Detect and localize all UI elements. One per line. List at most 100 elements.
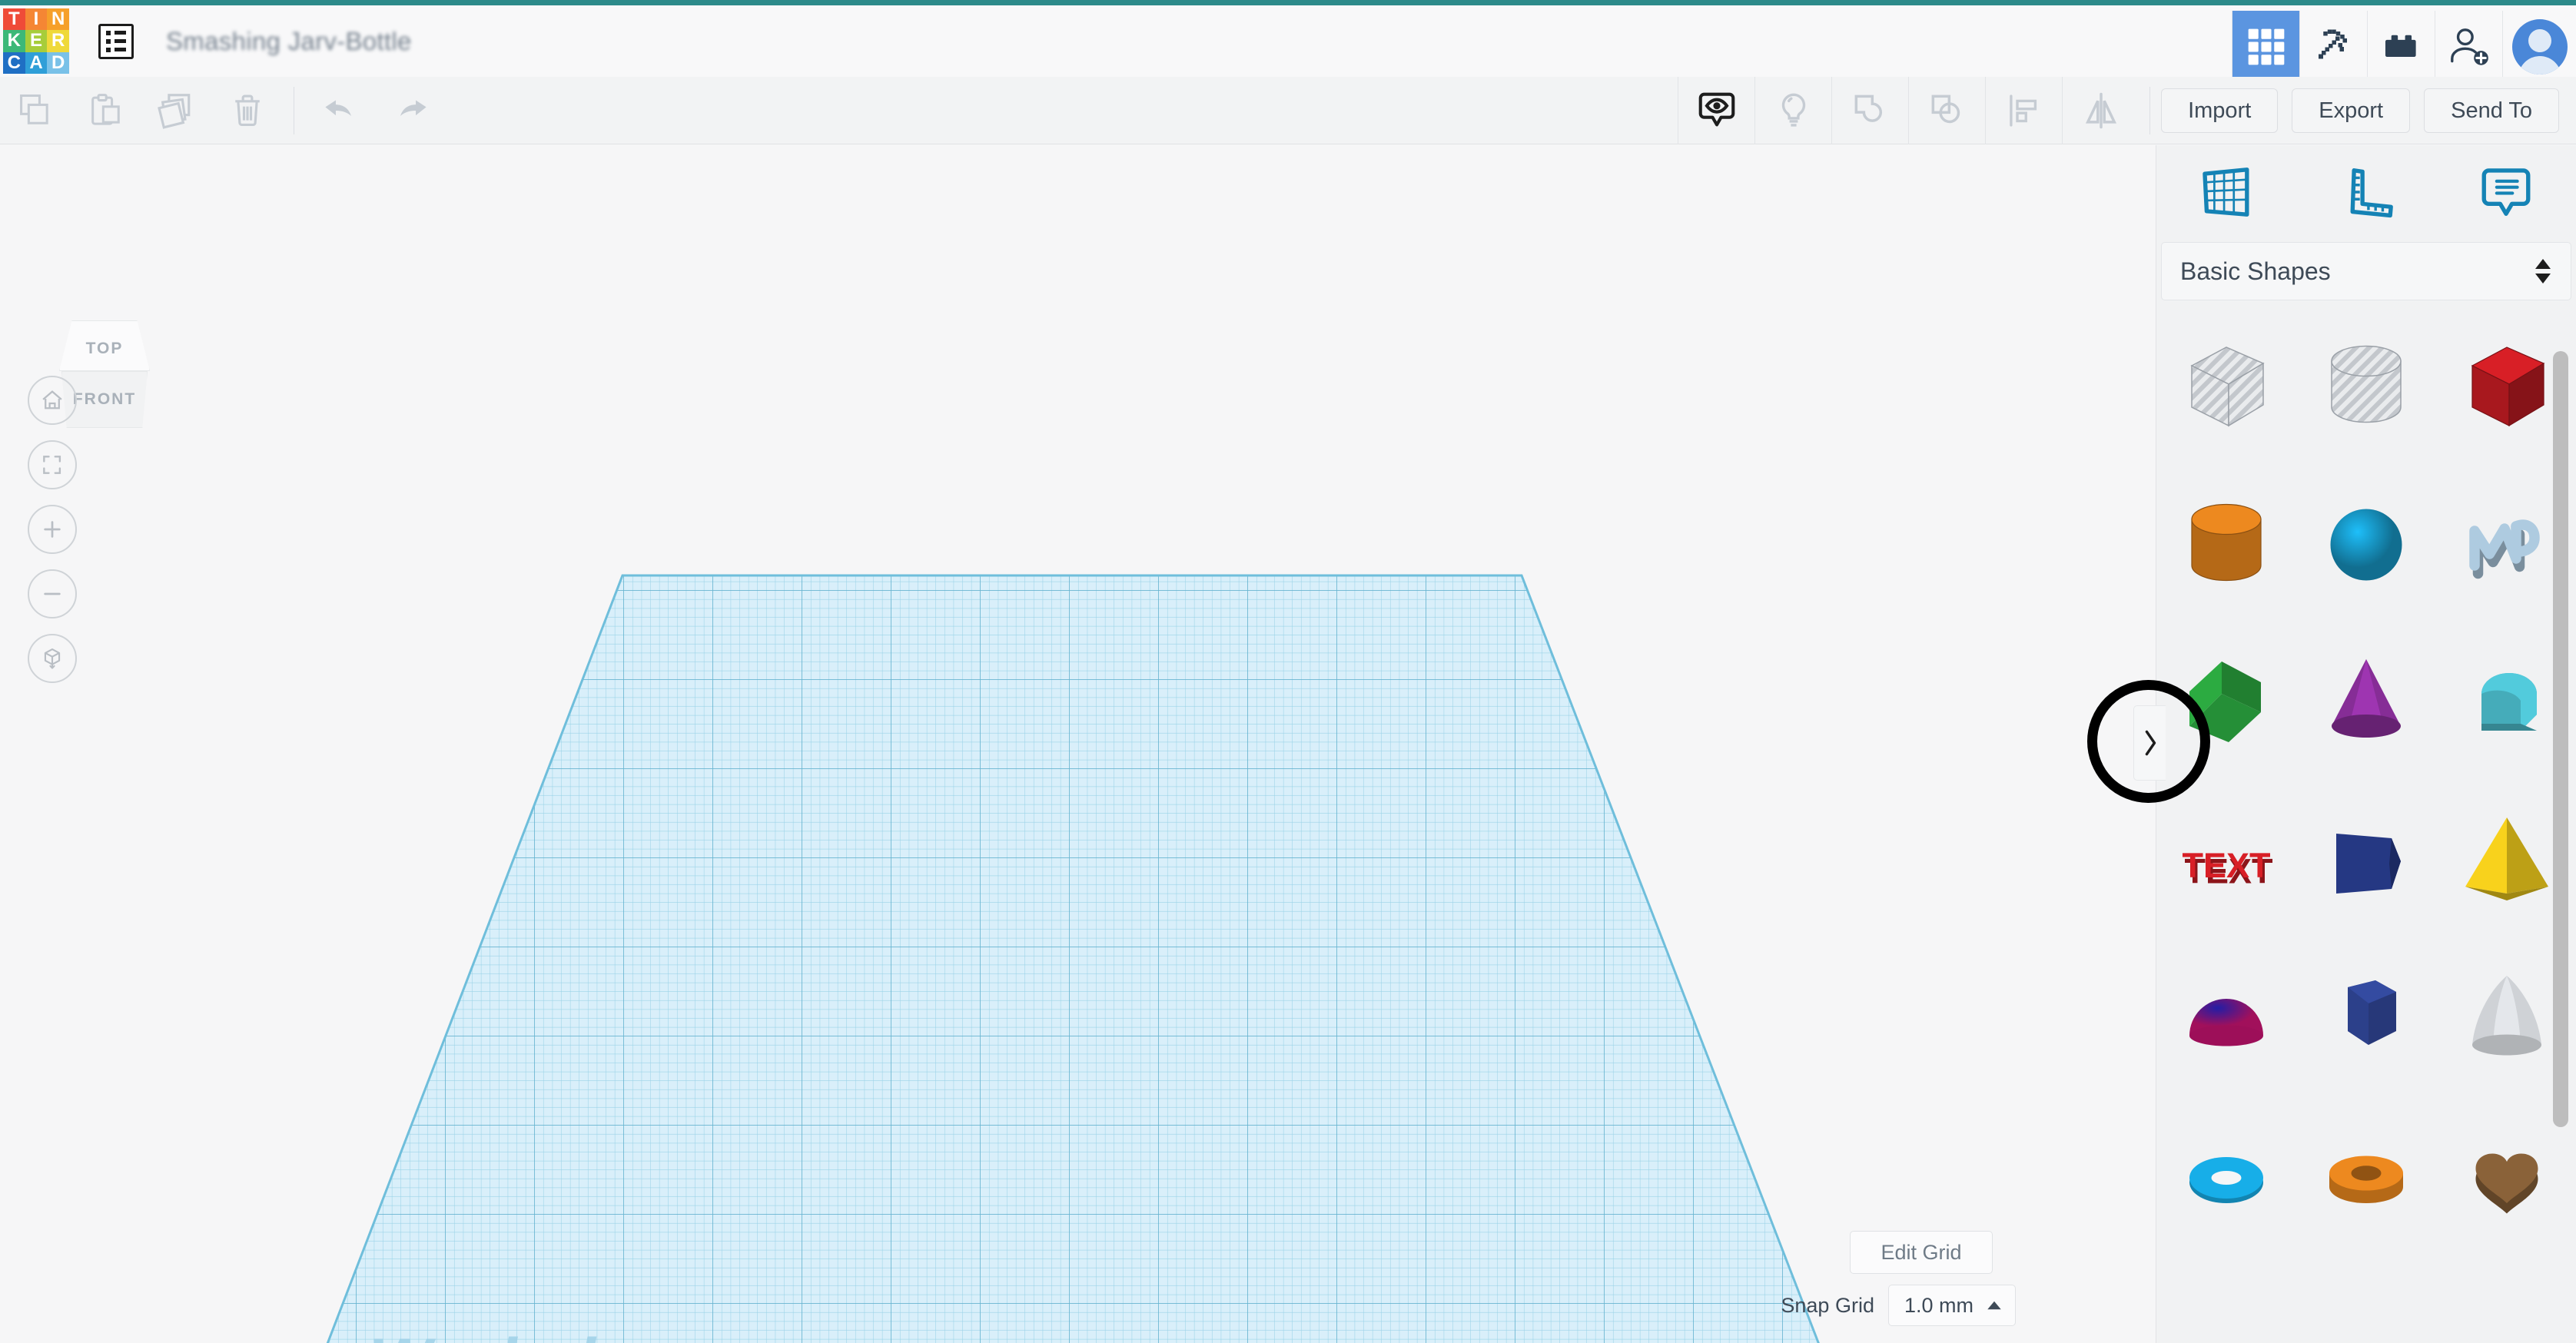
shape-category-select[interactable]: Basic Shapes xyxy=(2161,242,2571,300)
home-icon xyxy=(39,387,65,413)
toolbar-history-group xyxy=(305,77,446,144)
header-designs-grid-button[interactable] xyxy=(2232,11,2299,82)
shape-roof[interactable] xyxy=(2156,622,2296,780)
group-button[interactable] xyxy=(1831,77,1908,144)
fit-view-button[interactable] xyxy=(28,440,77,489)
import-button[interactable]: Import xyxy=(2161,88,2279,133)
logo-tile-k: K xyxy=(3,30,25,52)
export-button[interactable]: Export xyxy=(2292,88,2411,133)
show-hide-button[interactable] xyxy=(1678,77,1754,144)
shapes-scrollbar[interactable] xyxy=(2553,308,2568,1261)
mirror-button[interactable] xyxy=(2062,77,2139,144)
projection-toggle-button[interactable] xyxy=(28,634,77,683)
group-icon xyxy=(1849,89,1892,132)
snap-grid-control: Snap Grid 1.0 mm xyxy=(1781,1285,2016,1326)
show-hide-icon xyxy=(1695,88,1739,133)
shape-cylinder[interactable] xyxy=(2156,463,2296,622)
chevron-updown-icon xyxy=(2535,259,2551,284)
shapes-panel: Basic Shapes TEXT TEXT xyxy=(2156,145,2576,1343)
workplane-label: Workplane xyxy=(369,1325,712,1343)
list-menu-icon[interactable] xyxy=(98,23,134,59)
lightbulb-icon xyxy=(1773,90,1814,131)
header-bricks-button[interactable] xyxy=(2367,11,2435,82)
send-to-button[interactable]: Send To xyxy=(2424,88,2559,133)
undo-button[interactable] xyxy=(305,77,376,144)
snap-grid-label: Snap Grid xyxy=(1781,1293,1874,1317)
align-icon xyxy=(2003,90,2045,131)
avatar xyxy=(2511,18,2568,75)
header-invite-button[interactable] xyxy=(2435,11,2502,82)
zoom-out-button[interactable] xyxy=(28,569,77,618)
app-header: TINKERCAD Smashing Jarv-Bottle xyxy=(0,5,2576,82)
zoom-in-button[interactable] xyxy=(28,505,77,554)
header-minecraft-button[interactable] xyxy=(2299,11,2367,82)
tinkercad-app: TINKERCAD Smashing Jarv-Bottle Import Ex… xyxy=(0,0,2576,1343)
logo-tile-d: D xyxy=(47,51,69,75)
edit-toolbar: Import Export Send To xyxy=(0,77,2576,144)
shape-cylinder-hole[interactable] xyxy=(2296,305,2436,463)
logo-tile-a: A xyxy=(25,51,48,75)
redo-icon xyxy=(390,89,433,132)
shape-text[interactable]: TEXT TEXT xyxy=(2156,780,2296,938)
tinkercad-logo[interactable]: TINKERCAD xyxy=(3,8,69,75)
3d-viewport[interactable]: Workplane TOP FRONT xyxy=(0,145,2156,1343)
ungroup-button[interactable] xyxy=(1908,77,1985,144)
ungroup-icon xyxy=(1926,89,1969,132)
delete-icon xyxy=(227,90,268,131)
shape-torus[interactable] xyxy=(2156,1096,2296,1255)
edit-grid-button[interactable]: Edit Grid xyxy=(1850,1231,1993,1274)
note-icon xyxy=(2476,162,2536,222)
shape-tube[interactable] xyxy=(2296,1096,2436,1255)
fit-frame-icon xyxy=(40,453,65,477)
cube-perspective-icon xyxy=(39,645,65,672)
logo-tile-c: C xyxy=(3,51,25,75)
paste-button[interactable] xyxy=(71,77,141,144)
shape-half-sphere[interactable] xyxy=(2156,938,2296,1096)
mirror-icon xyxy=(2080,89,2123,132)
ruler-icon xyxy=(2336,162,2396,222)
pickaxe-icon xyxy=(2311,24,2357,70)
caret-up-icon xyxy=(1986,1300,2003,1311)
shape-wedge[interactable] xyxy=(2296,780,2436,938)
workplane-grid[interactable] xyxy=(0,145,2156,1343)
toolbar-clipboard-group xyxy=(0,77,283,144)
snap-grid-value: 1.0 mm xyxy=(1904,1293,1973,1317)
paste-icon xyxy=(86,91,126,131)
shape-cone[interactable] xyxy=(2296,622,2436,780)
snap-grid-select[interactable]: 1.0 mm xyxy=(1887,1285,2016,1326)
copy-button[interactable] xyxy=(0,77,71,144)
toolbar-right-group: Import Export Send To xyxy=(1678,77,2576,144)
panel-workplane-button[interactable] xyxy=(2156,162,2296,222)
add-person-icon xyxy=(2445,23,2493,71)
scrollbar-thumb[interactable] xyxy=(2553,351,2568,1127)
panel-ruler-button[interactable] xyxy=(2296,162,2436,222)
align-button[interactable] xyxy=(1985,77,2062,144)
duplicate-icon xyxy=(156,90,198,131)
header-right-buttons xyxy=(2232,11,2576,82)
delete-button[interactable] xyxy=(212,77,283,144)
shape-grid: TEXT TEXT xyxy=(2156,305,2576,1343)
duplicate-button[interactable] xyxy=(141,77,212,144)
panel-note-button[interactable] xyxy=(2436,162,2576,222)
undo-icon xyxy=(319,89,362,132)
chevron-right-icon xyxy=(2140,728,2160,758)
shape-sphere[interactable] xyxy=(2296,463,2436,622)
copy-icon xyxy=(15,91,55,131)
shape-polygon[interactable] xyxy=(2296,938,2436,1096)
document-title[interactable]: Smashing Jarv-Bottle xyxy=(166,27,412,56)
logo-tile-t: T xyxy=(3,8,25,31)
top-accent-bar xyxy=(0,0,2576,5)
plus-icon xyxy=(39,516,65,542)
svg-text:TEXT: TEXT xyxy=(2183,846,2271,885)
grid-icon xyxy=(2245,25,2288,68)
redo-button[interactable] xyxy=(376,77,446,144)
view-cube-top-face[interactable]: TOP xyxy=(59,320,150,371)
logo-tile-r: R xyxy=(47,30,69,52)
shape-box-hole[interactable] xyxy=(2156,305,2296,463)
notes-button[interactable] xyxy=(1754,77,1831,144)
home-view-button[interactable] xyxy=(28,376,77,425)
panel-collapse-button[interactable] xyxy=(2133,705,2166,781)
user-avatar-button[interactable] xyxy=(2502,11,2576,82)
panel-tool-icons xyxy=(2156,145,2576,239)
logo-tile-n: N xyxy=(47,8,69,31)
